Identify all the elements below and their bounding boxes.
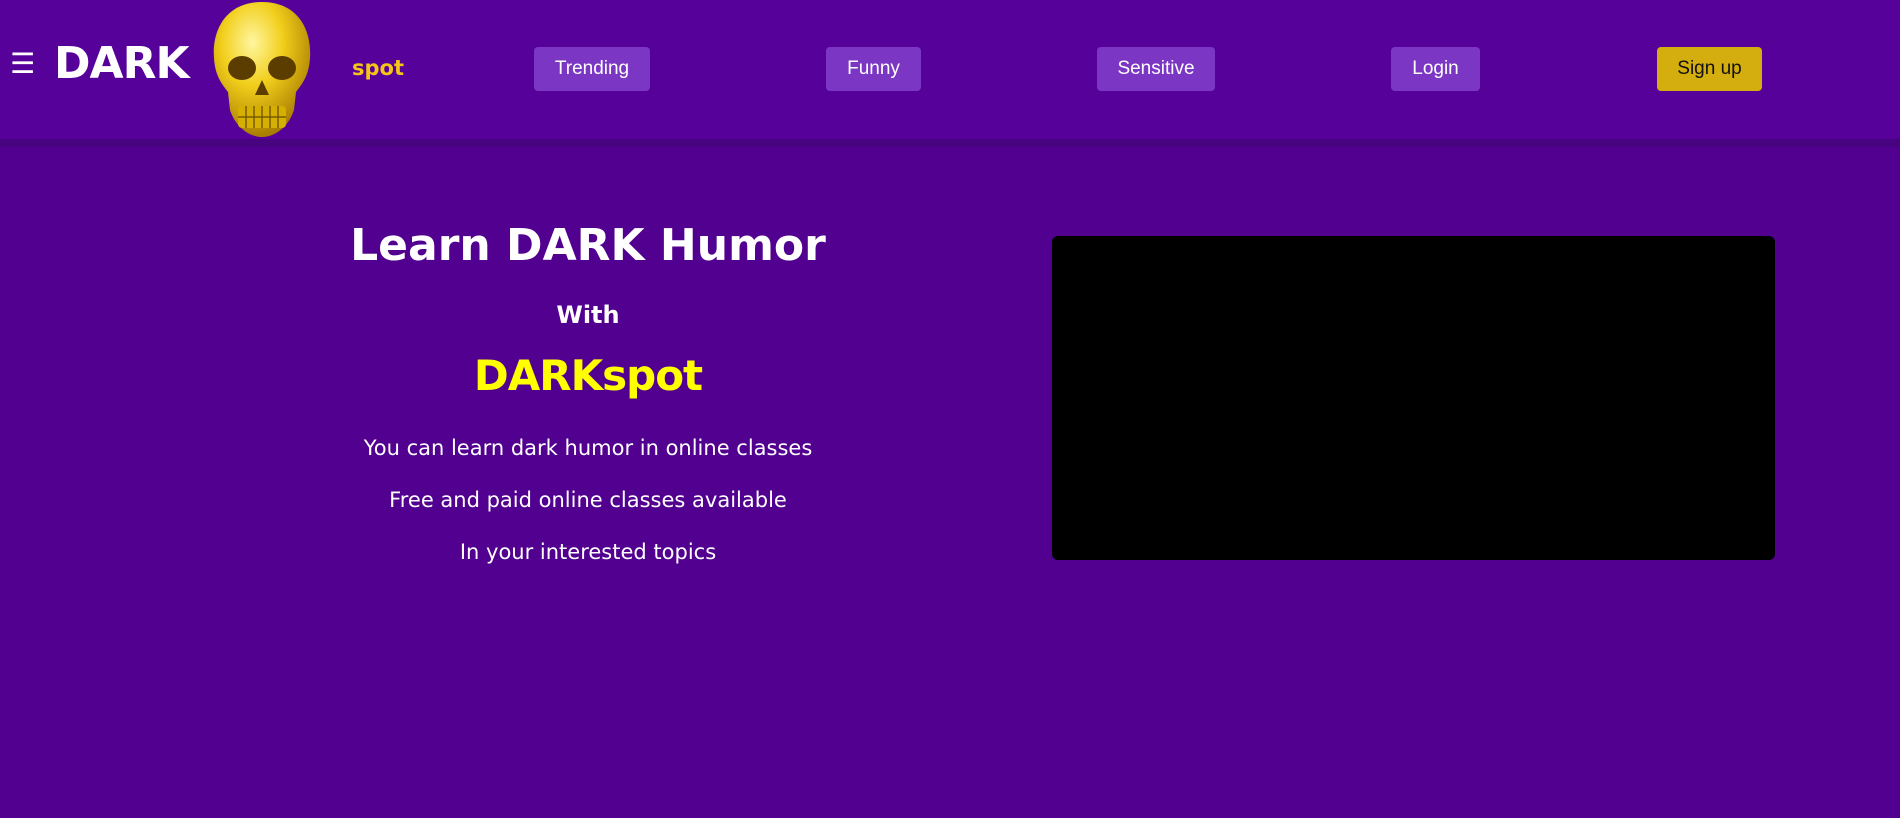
nav-login-button[interactable]: Login [1391,47,1480,91]
hero-brand: DARKspot [473,350,703,400]
hero-line: Free and paid online classes available [389,487,787,512]
nav-sensitive-button[interactable]: Sensitive [1097,47,1215,91]
hero-title: Learn DARK Humor [350,220,826,271]
hero-with: With [556,300,620,329]
skull-icon [213,2,311,137]
hero-media-panel [1052,236,1775,560]
brand-dark[interactable]: DARK [54,42,190,86]
navbar: ☰ DARK spot Trending Funny Sensitive Log… [0,0,1900,147]
hero-text: Learn DARK Humor With DARKspot You can l… [338,220,838,565]
hero-line: You can learn dark humor in online class… [363,435,813,460]
brand-spot[interactable]: spot [352,58,404,79]
hero-line: In your interested topics [459,540,717,565]
hamburger-icon[interactable]: ☰ [10,50,35,78]
signup-button[interactable]: Sign up [1657,47,1762,91]
nav-funny-button[interactable]: Funny [826,47,921,91]
nav-trending-button[interactable]: Trending [534,47,650,91]
